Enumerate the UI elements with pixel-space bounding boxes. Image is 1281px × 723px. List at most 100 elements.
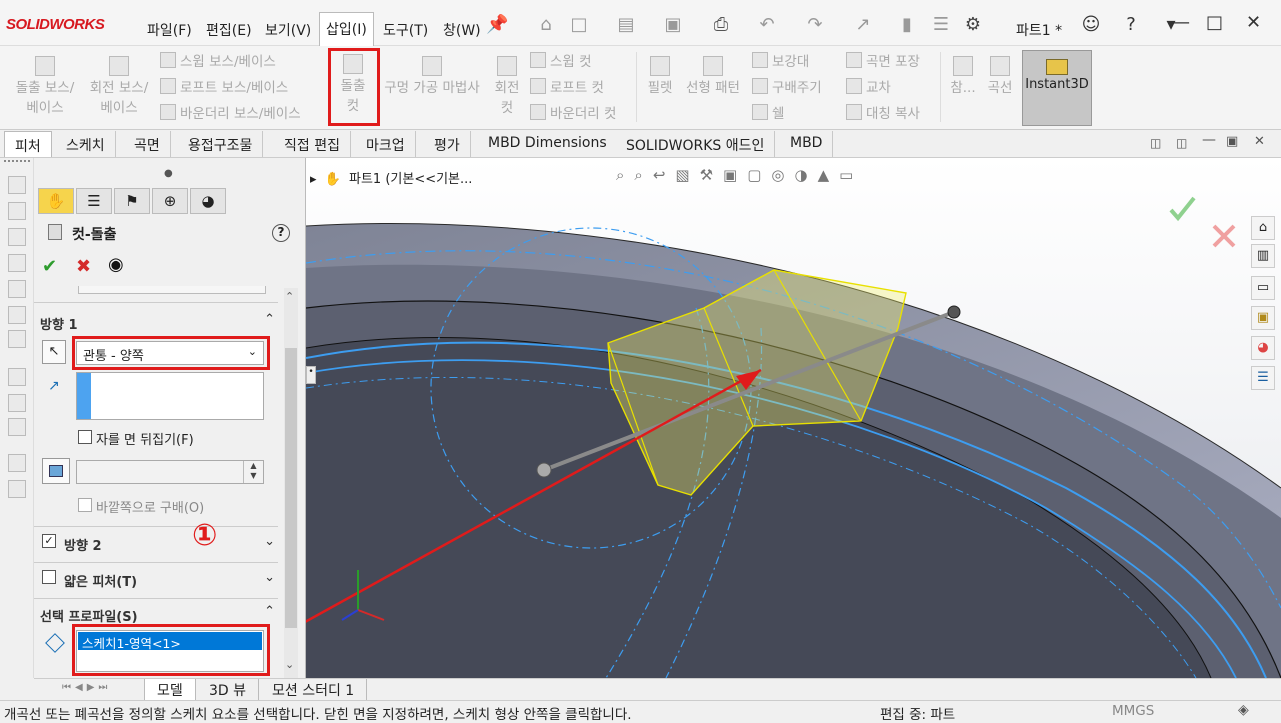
zoom-to-fit-icon[interactable]: ⌕ [616, 166, 634, 184]
rebuild-icon[interactable]: ▮ [896, 14, 918, 36]
collapse-direction1-icon[interactable]: ⌃ [264, 312, 275, 327]
boundary-cut-button[interactable]: 바운더리 컷 [530, 104, 616, 124]
instant3d-button[interactable]: Instant3D [1022, 50, 1092, 126]
draft-angle-input[interactable]: ▲ ▼ [76, 460, 264, 484]
menu-insert[interactable]: 삽입(I) [319, 12, 374, 46]
boundary-boss-button[interactable]: 바운더리 보스/베이스 [160, 104, 301, 124]
linear-pattern-icon[interactable] [8, 454, 26, 472]
swept-cut-button[interactable]: 스윕 컷 [530, 52, 592, 72]
tab-motion-study[interactable]: 모션 스터디 1 [260, 679, 368, 701]
ok-check-icon[interactable]: ✔ [42, 256, 57, 277]
rib-button[interactable]: 보강대 [752, 52, 809, 72]
draft-toggle-icon[interactable] [42, 458, 70, 484]
tab-sketch[interactable]: 스케치 [56, 131, 116, 157]
tab-model[interactable]: 모델 [144, 679, 196, 701]
user-icon[interactable]: ☺ [1080, 14, 1102, 36]
edit-appearance-icon[interactable]: ◑ [795, 166, 818, 184]
display-manager-tab[interactable]: ◕ [190, 188, 226, 214]
flip-side-checkbox[interactable] [78, 430, 92, 444]
shell-button[interactable]: 쉘 [752, 104, 784, 124]
tab-scroll-arrows[interactable]: ⏮◀▶⏭ [62, 682, 111, 693]
menu-edit[interactable]: 편집(E) [200, 14, 258, 44]
appearances-icon[interactable]: ◕ [1251, 336, 1275, 360]
open-folder-icon[interactable]: ▤ [615, 14, 637, 36]
thin-feature-heading[interactable]: 얇은 피처(T) [64, 571, 137, 590]
view-maximize-icon[interactable]: ▣ [1226, 134, 1238, 149]
display-style-icon[interactable]: ▢ [747, 166, 771, 184]
design-library-icon[interactable]: ▥ [1251, 244, 1275, 268]
direction2-heading[interactable]: 방향 2 [64, 535, 102, 554]
cancel-x-icon[interactable]: ✖ [76, 256, 91, 277]
file-properties-icon[interactable]: ☰ [930, 14, 952, 36]
extrude-cut-icon[interactable] [8, 306, 26, 324]
home-icon[interactable]: ⌂ [535, 14, 557, 36]
dynamic-annotation-icon[interactable]: ⚒ [700, 166, 723, 184]
tab-markup[interactable]: 마크업 [356, 131, 416, 157]
swept-boss-button[interactable]: 스윕 보스/베이스 [160, 52, 276, 72]
menu-window[interactable]: 창(W) [437, 14, 487, 44]
folder-icon[interactable]: ▭ [1251, 276, 1275, 300]
extrude-boss-icon[interactable] [8, 176, 26, 194]
tab-surfaces[interactable]: 곡면 [124, 131, 171, 157]
tile-icon[interactable]: ◫ [1150, 136, 1161, 150]
chamfer-icon[interactable] [8, 394, 26, 412]
select-icon[interactable]: ↗ [852, 14, 874, 36]
menu-view[interactable]: 보기(V) [259, 14, 317, 44]
custom-properties-icon[interactable]: ☰ [1251, 366, 1275, 390]
lofted-boss-icon[interactable] [8, 254, 26, 272]
revolve-cut-button[interactable]: 회전 컷 [490, 56, 524, 118]
maximize-icon[interactable]: □ [1206, 12, 1223, 33]
scroll-up-icon[interactable]: ⌃ [285, 290, 294, 303]
linear-pattern-button[interactable]: 선형 패턴 [680, 56, 746, 98]
expand-thin-feature-icon[interactable]: ⌄ [264, 570, 275, 585]
minimize-icon[interactable]: — [1172, 12, 1190, 33]
tab-evaluate[interactable]: 평가 [424, 131, 471, 157]
dimxpert-tab[interactable]: ⊕ [152, 188, 188, 214]
feature-manager-tab[interactable]: ✋ [38, 188, 74, 214]
grip-handle[interactable] [4, 160, 30, 163]
fillet-icon[interactable] [8, 368, 26, 386]
undo-icon[interactable]: ↶ [756, 14, 778, 36]
menu-tools[interactable]: 도구(T) [377, 14, 434, 44]
new-document-icon[interactable]: □ [568, 14, 590, 36]
section-view-icon[interactable]: ▧ [675, 166, 699, 184]
zoom-area-icon[interactable]: ⌕ [634, 166, 652, 184]
fillet-button[interactable]: 필렛 [644, 56, 676, 98]
view-orientation-icon[interactable]: ▣ [723, 166, 747, 184]
mirror-icon[interactable] [8, 480, 26, 498]
direction1-heading[interactable]: 방향 1 [40, 314, 78, 333]
view-minimize-icon[interactable]: — [1202, 132, 1216, 148]
apply-scene-icon[interactable]: ▲ [818, 166, 840, 184]
save-icon[interactable]: ▣ [662, 14, 684, 36]
revolve-boss-icon[interactable] [8, 202, 26, 220]
close-icon[interactable]: ✕ [1246, 12, 1261, 33]
previous-view-icon[interactable]: ↩ [653, 166, 676, 184]
draft-button[interactable]: 구배주기 [752, 78, 822, 98]
thin-feature-checkbox[interactable] [42, 570, 56, 584]
selected-contours-heading[interactable]: 선택 프로파일(S) [40, 606, 138, 625]
shell-icon[interactable] [8, 418, 26, 436]
home-icon[interactable]: ⌂ [1251, 216, 1275, 240]
intersect-button[interactable]: 교차 [846, 78, 891, 98]
wrap-button[interactable]: 곡면 포장 [846, 52, 920, 72]
scroll-down-icon[interactable]: ⌄ [285, 658, 294, 671]
view-settings-icon[interactable]: ▭ [839, 166, 863, 184]
angle-spinner[interactable]: ▲ ▼ [243, 461, 263, 483]
tab-solidworks-addins[interactable]: SOLIDWORKS 애드인 [616, 131, 776, 157]
redo-icon[interactable]: ↷ [804, 14, 826, 36]
collapse-selected-contours-icon[interactable]: ⌃ [264, 604, 275, 619]
reference-geometry-button[interactable]: 참... [948, 56, 978, 98]
pin-icon[interactable]: 📌 [486, 14, 508, 36]
print-icon[interactable]: ⎙ [710, 14, 732, 36]
hole-wizard-button[interactable]: 구멍 가공 마법사 [378, 56, 486, 98]
model-viewport[interactable] [306, 158, 1281, 678]
feature-tree-flyout[interactable]: ▸ ✋ 파트1 (기본<<기본... [310, 168, 472, 187]
scrollbar[interactable]: ⌃ ⌄ [284, 288, 298, 678]
tab-weldments[interactable]: 용접구조물 [178, 131, 264, 157]
preview-eye-icon[interactable]: ◉ [108, 254, 124, 275]
graphics-area[interactable]: ▸ ✋ 파트1 (기본<<기본... ⌕⌕↩▧⚒▣▢◎◑▲▭ • [306, 158, 1281, 678]
panel-drag-dot[interactable]: ● [164, 168, 173, 179]
reverse-direction-icon[interactable]: ↖ [42, 340, 66, 364]
lofted-cut-button[interactable]: 로프트 컷 [530, 78, 604, 98]
boundary-boss-icon[interactable] [8, 280, 26, 298]
